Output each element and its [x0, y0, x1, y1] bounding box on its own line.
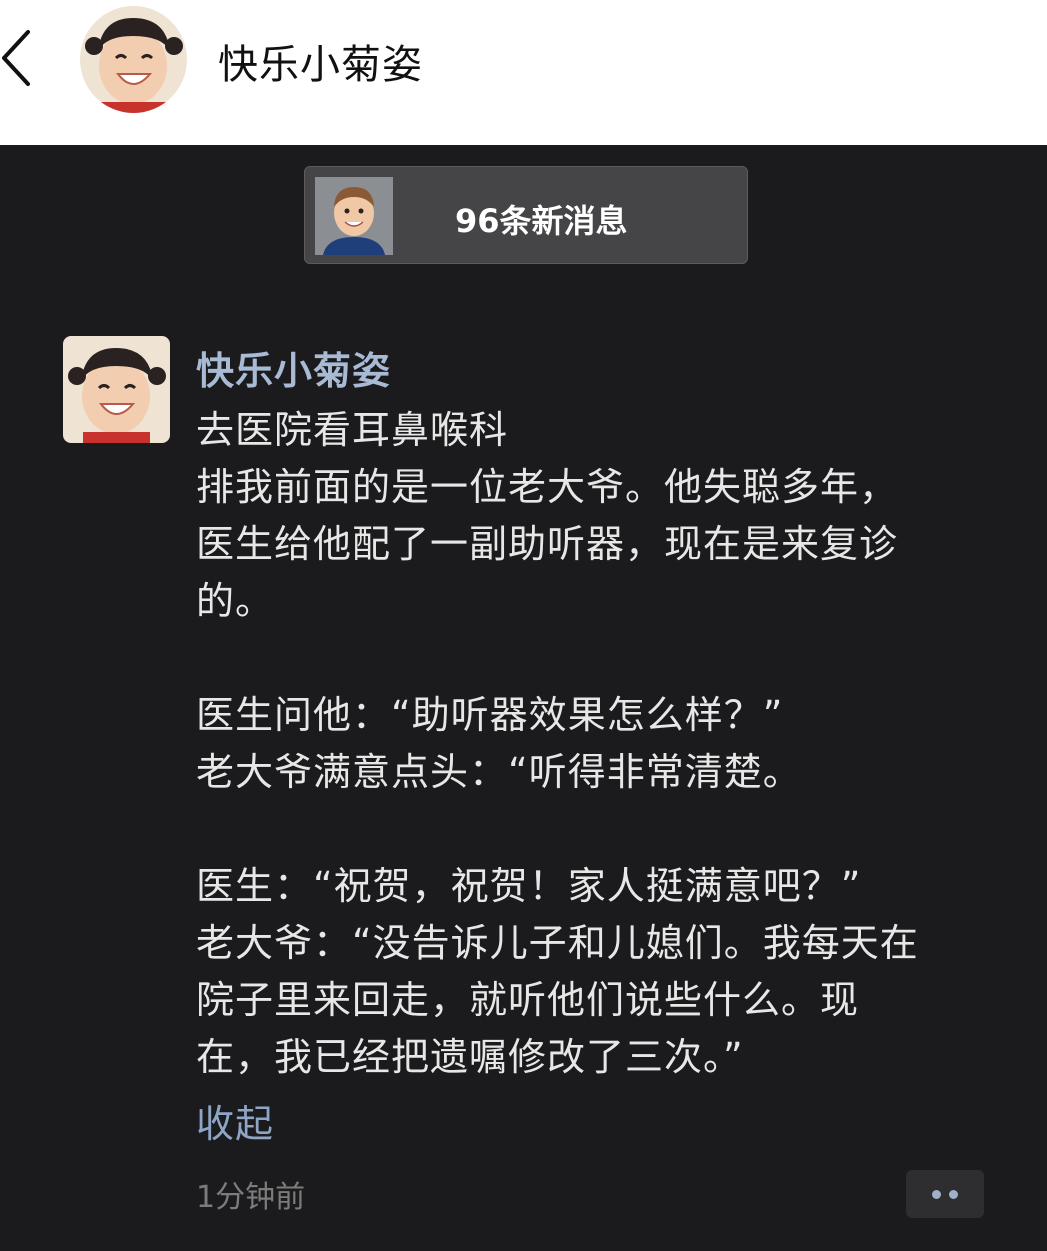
post-line: 院子里来回走，就听他们说些什么。现 — [196, 978, 860, 1022]
post-line: 排我前面的是一位老大爷。他失聪多年， — [196, 465, 899, 509]
post-line: 老大爷满意点头：“听得非常清楚。 — [196, 750, 802, 794]
more-options-button[interactable] — [906, 1170, 984, 1218]
post-line: 医生问他：“助听器效果怎么样？” — [196, 693, 784, 737]
post-author-name[interactable]: 快乐小菊姿 — [196, 340, 391, 395]
top-bar: 快乐小菊姿 — [0, 0, 1047, 145]
back-button[interactable] — [0, 28, 40, 88]
girl-avatar-image — [80, 6, 187, 113]
post-line: 的。 — [196, 579, 275, 623]
boy-avatar-image — [315, 177, 393, 255]
post-line: 老大爷：“没告诉儿子和儿媳们。我每天在 — [196, 921, 919, 965]
new-messages-button[interactable]: 96条新消息 — [304, 166, 748, 264]
post-body: 去医院看耳鼻喉科 排我前面的是一位老大爷。他失聪多年， 医生给他配了一副助听器，… — [196, 402, 996, 1086]
new-messages-label: 96条新消息 — [455, 202, 628, 240]
post-line: 医生：“祝贺，祝贺！家人挺满意吧？” — [196, 864, 862, 908]
page-title: 快乐小菊姿 — [218, 42, 423, 88]
dot — [932, 1190, 941, 1199]
post-line: 在，我已经把遗嘱修改了三次。” — [196, 1035, 744, 1079]
avatar[interactable] — [63, 336, 170, 443]
post-line: 去医院看耳鼻喉科 — [196, 408, 509, 452]
post-line: 医生给他配了一副助听器，现在是来复诊 — [196, 522, 899, 566]
post-timestamp: 1分钟前 — [196, 1180, 306, 1215]
girl-avatar-image — [63, 336, 170, 443]
chevron-left-icon — [2, 30, 30, 86]
dot — [949, 1190, 958, 1199]
avatar — [315, 177, 393, 255]
avatar[interactable] — [80, 6, 187, 113]
collapse-link[interactable]: 收起 — [196, 1093, 274, 1148]
